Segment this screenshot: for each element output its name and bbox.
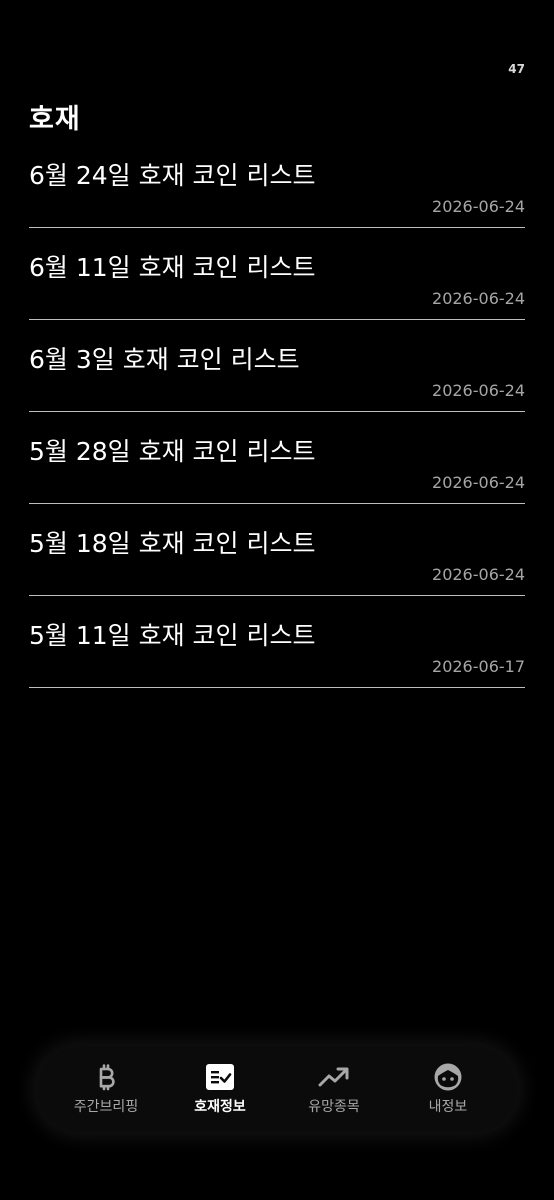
nav-tab-weekly-briefing[interactable]: 주간브리핑 [51, 1062, 161, 1116]
list-item[interactable]: 6월 24일 호재 코인 리스트 2026-06-24 [29, 136, 525, 228]
list-item-title: 5월 18일 호재 코인 리스트 [29, 529, 316, 558]
list-item-date: 2026-06-24 [432, 565, 525, 584]
list-item-title: 6월 11일 호재 코인 리스트 [29, 253, 316, 282]
checklist-icon [205, 1062, 235, 1092]
face-icon [433, 1062, 463, 1092]
list-item-title: 5월 28일 호재 코인 리스트 [29, 437, 316, 466]
list-item[interactable]: 5월 11일 호재 코인 리스트 2026-06-17 [29, 596, 525, 688]
nav-label: 호재정보 [194, 1099, 246, 1115]
page-title: 호재 [29, 104, 81, 135]
list-item-date: 2026-06-24 [432, 289, 525, 308]
nav-tab-news-info[interactable]: 호재정보 [165, 1062, 275, 1116]
bitcoin-icon [93, 1062, 119, 1092]
bottom-nav: 주간브리핑 호재정보 유망종목 내정보 [37, 1046, 517, 1132]
list-item[interactable]: 5월 18일 호재 코인 리스트 2026-06-24 [29, 504, 525, 596]
list-item-date: 2026-06-24 [432, 381, 525, 400]
list-item-date: 2026-06-24 [432, 473, 525, 492]
nav-tab-promising-stocks[interactable]: 유망종목 [279, 1062, 389, 1116]
list-item[interactable]: 6월 11일 호재 코인 리스트 2026-06-24 [29, 228, 525, 320]
nav-tab-my-info[interactable]: 내정보 [393, 1062, 503, 1116]
news-list: 6월 24일 호재 코인 리스트 2026-06-24 6월 11일 호재 코인… [29, 136, 525, 688]
list-item[interactable]: 5월 28일 호재 코인 리스트 2026-06-24 [29, 412, 525, 504]
list-item-date: 2026-06-24 [432, 197, 525, 216]
nav-label: 유망종목 [308, 1099, 360, 1115]
nav-label: 내정보 [428, 1099, 468, 1115]
list-item-title: 6월 3일 호재 코인 리스트 [29, 345, 300, 374]
list-item-date: 2026-06-17 [432, 657, 525, 676]
list-item-title: 5월 11일 호재 코인 리스트 [29, 621, 316, 650]
nav-label: 주간브리핑 [73, 1099, 139, 1115]
list-item[interactable]: 6월 3일 호재 코인 리스트 2026-06-24 [29, 320, 525, 412]
status-count: 47 [508, 62, 525, 76]
trending-up-icon [318, 1062, 350, 1092]
list-item-title: 6월 24일 호재 코인 리스트 [29, 161, 316, 190]
